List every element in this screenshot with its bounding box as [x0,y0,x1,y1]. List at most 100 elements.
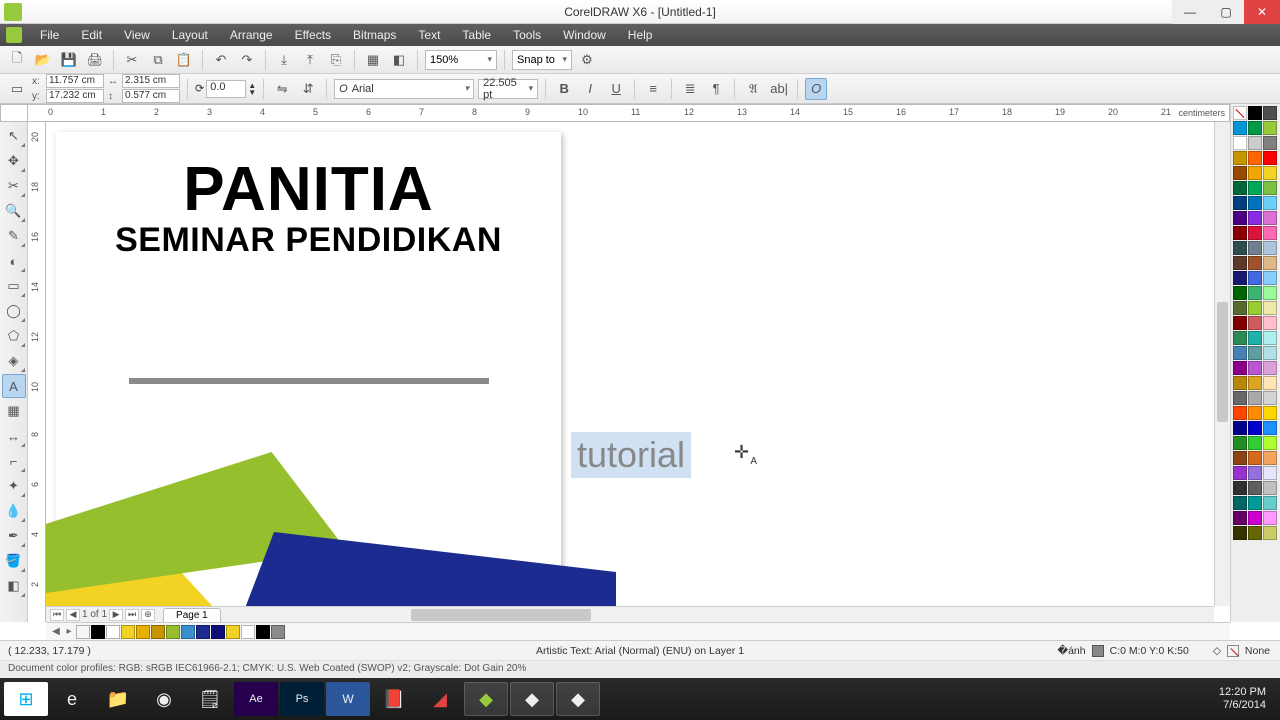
smart-fill-tool[interactable]: ◐ [2,249,26,273]
taskbar-app-icon[interactable]: 📕 [372,682,416,716]
color-swatch[interactable] [1248,181,1262,195]
taskbar-photoshop-icon[interactable]: Ps [280,682,324,716]
open-button[interactable]: 📂 [32,49,54,71]
color-swatch[interactable] [1248,256,1262,270]
polygon-tool[interactable]: ⬠ [2,324,26,348]
interactive-fill-tool[interactable]: ◧ [2,574,26,598]
color-swatch[interactable] [1233,256,1247,270]
pick-tool[interactable]: ↖ [2,124,26,148]
color-swatch[interactable] [1248,346,1262,360]
color-swatch[interactable] [1233,301,1247,315]
redo-button[interactable]: ↷ [236,49,258,71]
heading-panitia[interactable]: PANITIA [56,154,561,225]
color-swatch[interactable] [1263,496,1277,510]
save-button[interactable]: 💾 [58,49,80,71]
color-swatch[interactable] [1263,166,1277,180]
taskbar-chrome-icon[interactable]: ◉ [142,682,186,716]
mirror-h-button[interactable]: ⇋ [271,78,293,100]
rotation-stepper[interactable]: ▲▼ [248,82,256,96]
color-swatch[interactable] [1233,496,1247,510]
edit-text-button[interactable]: ab| [768,78,790,100]
color-swatch[interactable] [1248,526,1262,540]
color-swatch[interactable] [1233,436,1247,450]
shape-tool[interactable]: ✥ [2,149,26,173]
color-swatch[interactable] [1263,151,1277,165]
fill-indicator-icon[interactable]: �ánh [1057,645,1085,657]
taskbar-clock[interactable]: 12:20 PM 7/6/2014 [1219,686,1276,712]
dimension-tool[interactable]: ↔ [2,424,26,448]
color-swatch[interactable] [1233,136,1247,150]
color-swatch[interactable] [1263,526,1277,540]
taskbar-notepad-icon[interactable]: 🗒 [188,682,232,716]
color-swatch[interactable] [1263,106,1277,120]
color-swatch[interactable] [1233,196,1247,210]
window-minimize-button[interactable]: — [1172,0,1208,24]
color-swatch[interactable] [1248,196,1262,210]
taskbar-explorer-icon[interactable]: 📁 [96,682,140,716]
doc-color-swatch[interactable] [106,625,120,639]
color-swatch[interactable] [1248,436,1262,450]
page-size-icon[interactable]: ▭ [6,78,28,100]
fill-swatch[interactable] [1092,645,1104,657]
menu-tools[interactable]: Tools [503,26,551,44]
doc-color-swatch[interactable] [271,625,285,639]
color-swatch[interactable] [1233,271,1247,285]
color-swatch[interactable] [1233,151,1247,165]
outline-tool[interactable]: ✒ [2,524,26,548]
connector-tool[interactable]: ⌐ [2,449,26,473]
taskbar-word-icon[interactable]: W [326,682,370,716]
doc-color-swatch[interactable] [91,625,105,639]
doc-color-swatch[interactable] [241,625,255,639]
outline-swatch[interactable] [1227,645,1239,657]
menu-view[interactable]: View [114,26,160,44]
options-button[interactable]: ⚙ [576,49,598,71]
color-swatch[interactable] [1248,106,1262,120]
crop-tool[interactable]: ✂ [2,174,26,198]
color-swatch[interactable] [1263,271,1277,285]
first-page-button[interactable]: ⏮ [50,609,64,621]
color-swatch[interactable] [1233,106,1247,120]
taskbar-coreldraw-icon[interactable]: ◆ [464,682,508,716]
menu-effects[interactable]: Effects [285,26,341,44]
color-swatch[interactable] [1233,481,1247,495]
doc-color-swatch[interactable] [196,625,210,639]
undo-button[interactable]: ↶ [210,49,232,71]
color-swatch[interactable] [1233,391,1247,405]
text-align-button[interactable]: ≡ [642,78,664,100]
underline-button[interactable]: U [605,78,627,100]
doc-color-swatch[interactable] [181,625,195,639]
cut-button[interactable]: ✂ [121,49,143,71]
doc-color-swatch[interactable] [136,625,150,639]
color-swatch[interactable] [1233,166,1247,180]
color-swatch[interactable] [1248,406,1262,420]
publish-pdf-button[interactable]: ⎘ [325,49,347,71]
italic-button[interactable]: I [579,78,601,100]
ellipse-tool[interactable]: ◯ [2,299,26,323]
color-swatch[interactable] [1248,361,1262,375]
bullet-list-button[interactable]: ≣ [679,78,701,100]
scrollbar-thumb[interactable] [1217,302,1228,422]
y-field[interactable]: 17.232 cm [46,89,104,103]
color-swatch[interactable] [1248,391,1262,405]
window-maximize-button[interactable]: ▢ [1208,0,1244,24]
color-swatch[interactable] [1248,121,1262,135]
eyedropper-tool[interactable]: 💧 [2,499,26,523]
color-swatch[interactable] [1263,181,1277,195]
color-swatch[interactable] [1263,436,1277,450]
color-swatch[interactable] [1263,211,1277,225]
menu-table[interactable]: Table [452,26,501,44]
color-swatch[interactable] [1233,376,1247,390]
menu-file[interactable]: File [30,26,69,44]
welcome-button[interactable]: ◧ [388,49,410,71]
color-swatch[interactable] [1263,346,1277,360]
menu-arrange[interactable]: Arrange [220,26,283,44]
basic-shapes-tool[interactable]: ◈ [2,349,26,373]
zoom-tool[interactable]: 🔍 [2,199,26,223]
menu-layout[interactable]: Layout [162,26,218,44]
doc-color-swatch[interactable] [226,625,240,639]
color-swatch[interactable] [1263,376,1277,390]
mirror-v-button[interactable]: ⇵ [297,78,319,100]
app-launcher-button[interactable]: ▦ [362,49,384,71]
x-field[interactable]: 11.757 cm [46,74,104,88]
start-button[interactable]: ⊞ [4,682,48,716]
